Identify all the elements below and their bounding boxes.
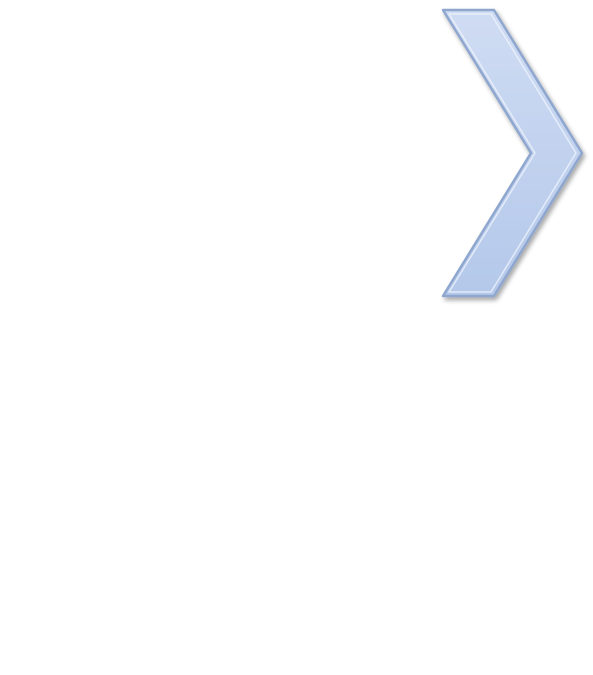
blank-canvas (0, 0, 593, 675)
chevron-shape (430, 0, 593, 310)
chevron-right-icon (441, 8, 584, 298)
chevron-body (441, 8, 584, 298)
